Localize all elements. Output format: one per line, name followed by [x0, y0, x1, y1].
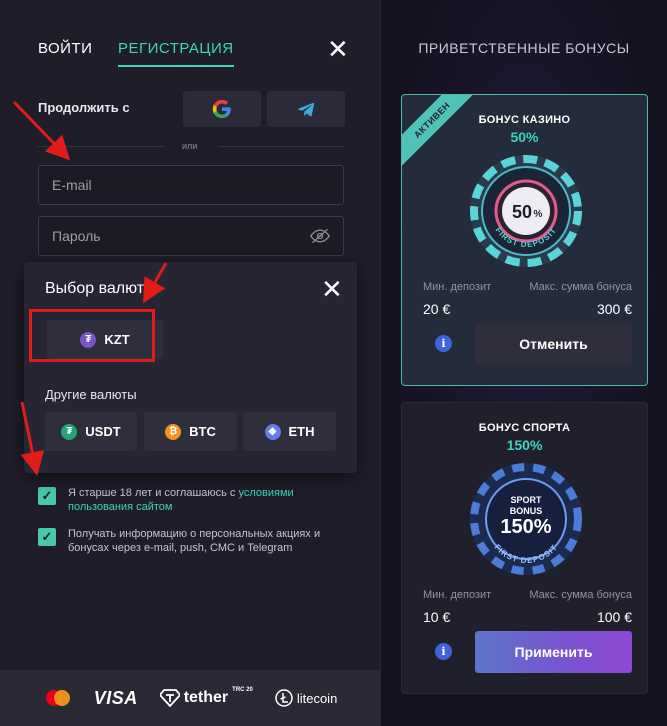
tether-logo: tether TRC 20: [159, 687, 253, 707]
bonuses-panel: ПРИВЕТСТВЕННЫЕ БОНУСЫ АКТИВЕН БОНУС КАЗИ…: [381, 0, 667, 726]
currency-option-usdt[interactable]: ₮ USDT: [45, 412, 137, 451]
google-login-button[interactable]: [183, 91, 261, 127]
sport-bonus-name: БОНУС СПОРТА: [478, 422, 571, 434]
divider-left: [38, 146, 165, 147]
email-field[interactable]: E-mail: [38, 165, 344, 205]
casino-chip-icon: 50 % FIRST DEPOSIT: [470, 155, 582, 267]
casino-chip-percent: %: [534, 209, 543, 220]
google-icon: [212, 99, 231, 119]
currency-modal-title: Выбор валюты: [45, 280, 156, 297]
casino-bonus-percent: 50%: [510, 129, 539, 145]
tab-login[interactable]: ВОЙТИ: [38, 40, 92, 57]
age-terms-checkbox[interactable]: ✓: [38, 487, 56, 505]
continue-with-label: Продолжить с: [38, 100, 130, 115]
tab-register[interactable]: РЕГИСТРАЦИЯ: [118, 40, 234, 67]
age-terms-label: Я старше 18 лет и соглашаюсь с условиями…: [68, 487, 294, 513]
trc20-label: TRC 20: [232, 687, 253, 693]
sport-bonus-card: БОНУС СПОРТА 150% SPORT BONUS 150% FIRST…: [401, 402, 648, 694]
sport-min-deposit-label: Мин. депозит: [423, 589, 492, 601]
modal-close-icon[interactable]: ✕: [321, 276, 343, 302]
cancel-bonus-button[interactable]: Отменить: [475, 323, 632, 365]
casino-max-bonus-value: 300 €: [596, 301, 632, 317]
payment-methods-footer: VISA tether TRC 20 litecoin: [0, 670, 381, 726]
sport-min-deposit-value: 10 €: [423, 609, 451, 625]
sport-chip-icon: SPORT BONUS 150% FIRST DEPOSIT: [470, 463, 582, 575]
litecoin-icon: [275, 689, 293, 707]
tether-icon: [159, 689, 180, 707]
sport-chip-mid: BONUS: [510, 506, 543, 516]
currency-option-eth[interactable]: ◆ ETH: [243, 412, 336, 451]
divider-right: [218, 146, 344, 147]
password-placeholder: Пароль: [52, 228, 101, 244]
info-icon[interactable]: i: [435, 643, 452, 660]
sport-chip-value: 150%: [500, 516, 551, 538]
casino-bonus-name: БОНУС КАЗИНО: [478, 114, 571, 126]
promo-consent-checkbox[interactable]: ✓: [38, 528, 56, 546]
telegram-icon: [297, 102, 315, 117]
password-field[interactable]: Пароль: [38, 216, 344, 256]
sport-chip-top: SPORT: [510, 495, 542, 505]
casino-min-deposit-value: 20 €: [423, 301, 451, 317]
info-icon[interactable]: i: [435, 335, 452, 352]
tether-icon: ₮: [61, 423, 78, 440]
currency-select-modal: Выбор валюты ✕ ₮ KZT Другие валюты ₮ USD…: [24, 262, 357, 473]
other-currencies-label: Другие валюты: [45, 387, 137, 402]
sport-bonus-percent: 150%: [506, 437, 543, 453]
bitcoin-icon: ₿: [165, 423, 182, 440]
mastercard-icon: [45, 690, 70, 706]
or-divider-text: или: [182, 141, 198, 151]
telegram-login-button[interactable]: [267, 91, 345, 127]
currency-option-btc[interactable]: ₿ BTC: [144, 412, 237, 451]
bonuses-title: ПРИВЕТСТВЕННЫЕ БОНУСЫ: [418, 40, 630, 56]
email-placeholder: E-mail: [52, 177, 92, 193]
sport-max-bonus-label: Макс. сумма бонуса: [529, 589, 632, 601]
close-icon[interactable]: ✕: [327, 36, 349, 62]
promo-consent-label: Получать информацию о персональных акция…: [68, 528, 321, 554]
visa-logo: VISA: [93, 687, 138, 708]
sport-max-bonus-value: 100 €: [596, 609, 632, 625]
eye-off-icon[interactable]: [310, 228, 330, 244]
casino-bonus-card: АКТИВЕН БОНУС КАЗИНО 50% 50 % FIRST DEPO…: [401, 94, 648, 386]
casino-min-deposit-label: Мин. депозит: [423, 281, 492, 293]
casino-chip-value: 50: [512, 202, 532, 222]
ethereum-icon: ◆: [264, 423, 281, 440]
annotation-highlight-box: [29, 309, 155, 362]
apply-bonus-button[interactable]: Применить: [475, 631, 632, 673]
litecoin-logo: litecoin: [275, 689, 337, 707]
casino-max-bonus-label: Макс. сумма бонуса: [529, 281, 632, 293]
